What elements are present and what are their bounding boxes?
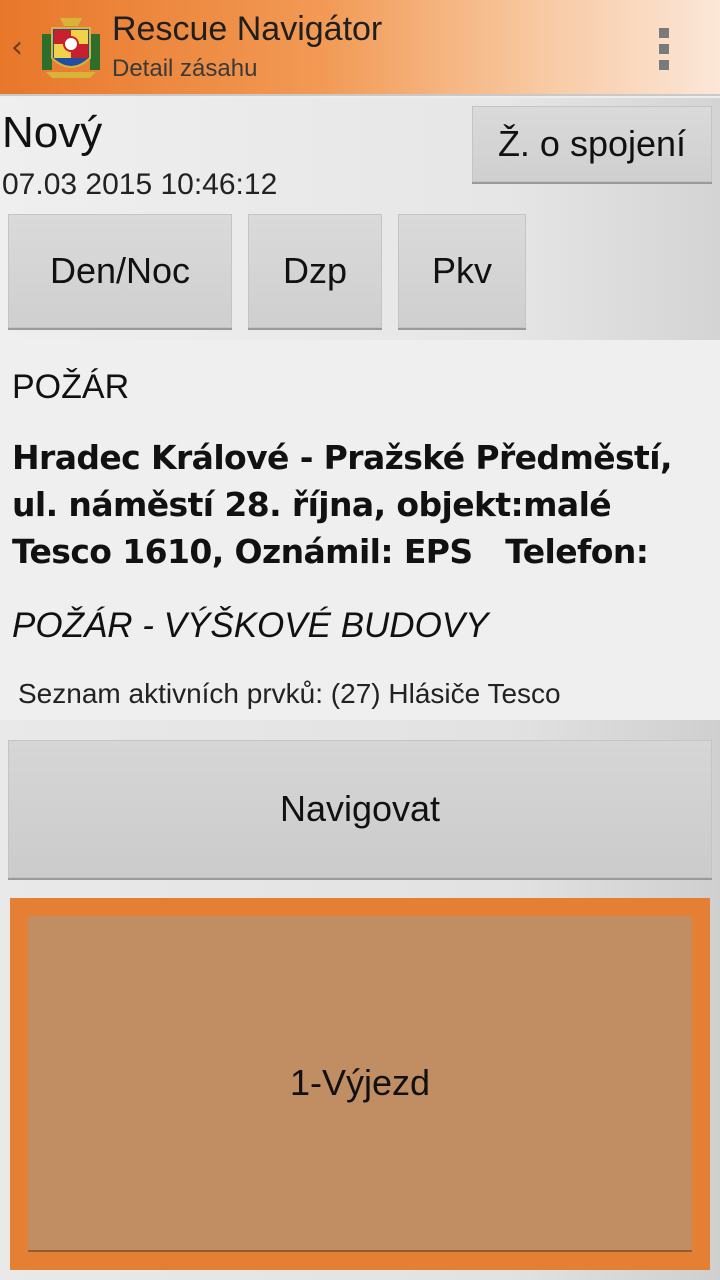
request-connection-button[interactable]: Ž. o spojení xyxy=(472,106,712,184)
screen-subtitle: Detail zásahu xyxy=(112,55,258,82)
action-bar: ‹ Rescue Navigátor Detail zásahu xyxy=(0,0,720,96)
pkv-button[interactable]: Pkv xyxy=(398,214,526,330)
app-root: ‹ Rescue Navigátor Detail zásahu Nový 07… xyxy=(0,0,720,1280)
chevron-left-icon[interactable]: ‹ xyxy=(4,30,30,66)
event-type: POŽÁR xyxy=(12,368,130,406)
incident-address: Hradec Králové - Pražské Předměstí, ul. … xyxy=(12,438,672,571)
navigate-button[interactable]: Navigovat xyxy=(8,740,712,880)
incident-datetime: 07.03 2015 10:46:12 xyxy=(2,168,278,201)
overflow-dot xyxy=(659,28,669,38)
active-elements-list: Seznam aktivních prvků: (27) Hlásiče Tes… xyxy=(18,678,561,709)
overflow-dot xyxy=(659,44,669,54)
dispatch-button[interactable]: 1-Výjezd xyxy=(28,916,692,1252)
day-night-button[interactable]: Den/Noc xyxy=(8,214,232,330)
app-title: Rescue Navigátor xyxy=(112,10,383,48)
event-subtype: POŽÁR - VÝŠKOVÉ BUDOVY xyxy=(12,606,489,645)
dzp-button[interactable]: Dzp xyxy=(248,214,382,330)
incident-detail-scroll[interactable]: POŽÁR Hradec Králové - Pražské Předměstí… xyxy=(0,340,720,720)
overflow-dot xyxy=(659,60,669,70)
coat-of-arms-logo[interactable] xyxy=(38,14,104,82)
incident-status: Nový xyxy=(2,108,103,157)
overflow-menu-icon[interactable] xyxy=(650,24,678,74)
